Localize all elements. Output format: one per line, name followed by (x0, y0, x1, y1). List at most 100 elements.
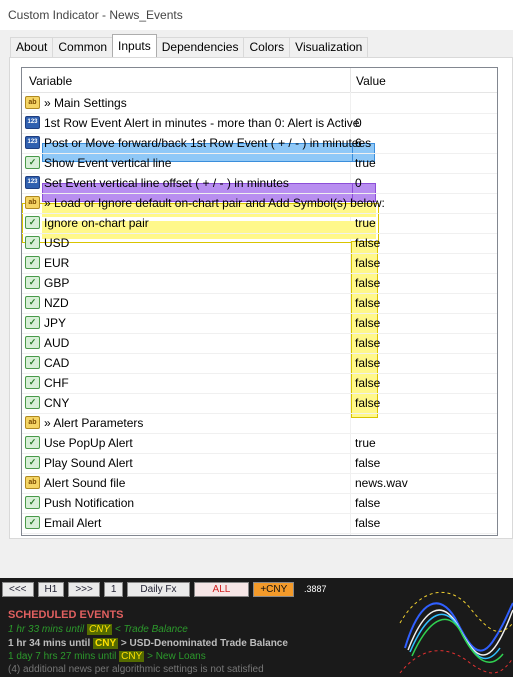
row-variable-label: EUR (44, 256, 70, 270)
row-variable-label: Post or Move forward/back 1st Row Event … (44, 136, 372, 150)
prev-button[interactable]: <<< (2, 582, 34, 597)
row-value[interactable]: false (355, 396, 380, 410)
row-value[interactable]: false (355, 356, 380, 370)
tab-inputs[interactable]: Inputs (112, 34, 157, 57)
boolean-type-icon: ✓ (25, 316, 40, 329)
row-variable-label: AUD (44, 336, 70, 350)
row-value[interactable]: 0 (355, 176, 362, 190)
row-variable-label: Play Sound Alert (44, 456, 133, 470)
boolean-type-icon: ✓ (25, 256, 40, 269)
grid-row[interactable]: ✓ Ignore on-chart pair true (22, 213, 497, 234)
grid-row[interactable]: ✓ Play Sound Alert false (22, 453, 497, 474)
grid-row[interactable]: ✓ USD false (22, 233, 497, 254)
row-variable-label: USD (44, 236, 70, 250)
boolean-type-icon: ✓ (25, 156, 40, 169)
filter-all-button[interactable]: ALL (193, 582, 250, 597)
row-value[interactable]: false (355, 456, 380, 470)
row-value[interactable]: 6 (355, 136, 362, 150)
grid-row[interactable]: 123 Set Event vertical line offset ( + / … (22, 173, 497, 194)
row-value[interactable]: false (355, 376, 380, 390)
row-variable-label: Alert Sound file (44, 476, 126, 490)
row-variable-label: NZD (44, 296, 69, 310)
grid-row[interactable]: ✓ GBP false (22, 273, 497, 294)
row-variable-label: 1st Row Event Alert in minutes - more th… (44, 116, 360, 130)
line-red-dashed (399, 650, 513, 674)
row-value[interactable]: false (355, 236, 380, 250)
tab-colors[interactable]: Colors (243, 37, 291, 57)
text-type-icon: ab (25, 476, 40, 489)
row-value[interactable]: false (355, 516, 380, 530)
boolean-type-icon: ✓ (25, 216, 40, 229)
tab-common[interactable]: Common (52, 37, 114, 57)
number-type-icon: 123 (25, 176, 40, 189)
grid-row[interactable]: ✓ CNY false (22, 393, 497, 414)
boolean-type-icon: ✓ (25, 356, 40, 369)
chart-toolbar: <<< H1 >>> 1 Daily Fx ALL +CNY (2, 582, 298, 597)
boolean-type-icon: ✓ (25, 236, 40, 249)
row-variable-label: » Load or Ignore default on-chart pair a… (44, 196, 385, 210)
grid-row[interactable]: ab Alert Sound file news.wav (22, 473, 497, 494)
grid-row[interactable]: ✓ Push Notification false (22, 493, 497, 514)
next-button[interactable]: >>> (68, 582, 100, 597)
row-variable-label: CHF (44, 376, 69, 390)
grid-row[interactable]: ✓ CHF false (22, 373, 497, 394)
grid-row[interactable]: ✓ CAD false (22, 353, 497, 374)
row-variable-label: Push Notification (44, 496, 135, 510)
grid-row[interactable]: ✓ Use PopUp Alert true (22, 433, 497, 454)
row-variable-label: Show Event vertical line (44, 156, 172, 170)
row-value[interactable]: false (355, 496, 380, 510)
row-value[interactable]: true (355, 436, 376, 450)
title-bar: Custom Indicator - News_Events (0, 0, 513, 30)
row-value[interactable]: news.wav (355, 476, 408, 490)
boolean-type-icon: ✓ (25, 396, 40, 409)
row-variable-label: » Alert Parameters (44, 416, 144, 430)
grid-row[interactable]: 123 Post or Move forward/back 1st Row Eve… (22, 133, 497, 154)
grid-row[interactable]: ✓ AUD false (22, 333, 497, 354)
row-variable-label: CNY (44, 396, 70, 410)
text-type-icon: ab (25, 96, 40, 109)
boolean-type-icon: ✓ (25, 296, 40, 309)
row-value[interactable]: 0 (355, 116, 362, 130)
boolean-type-icon: ✓ (25, 276, 40, 289)
row-variable-label: CAD (44, 356, 70, 370)
grid-row[interactable]: 123 1st Row Event Alert in minutes - more… (22, 113, 497, 134)
grid-row[interactable]: ab » Alert Parameters (22, 413, 497, 434)
inputs-panel: Variable Value ab » Main Settings 123 1st R… (9, 57, 513, 539)
row-variable-label: GBP (44, 276, 70, 290)
grid-row[interactable]: ✓ NZD false (22, 293, 497, 314)
tab-dependencies[interactable]: Dependencies (155, 37, 245, 57)
number-type-icon: 123 (25, 136, 40, 149)
timeframe-button[interactable]: H1 (37, 582, 65, 597)
row-value[interactable]: true (355, 156, 376, 170)
price-readout: .3887 (304, 584, 327, 594)
boolean-type-icon: ✓ (25, 456, 40, 469)
line-green (411, 618, 504, 663)
count-button[interactable]: 1 (103, 582, 124, 597)
tab-about[interactable]: About (10, 37, 54, 57)
row-value[interactable]: false (355, 296, 380, 310)
grid-row[interactable]: ✓ Email Alert false (22, 513, 497, 534)
row-value[interactable]: true (355, 216, 376, 230)
row-value[interactable]: false (355, 256, 380, 270)
source-button[interactable]: Daily Fx (127, 582, 190, 597)
row-value[interactable]: false (355, 276, 380, 290)
text-type-icon: ab (25, 196, 40, 209)
grid-row[interactable]: ab » Load or Ignore default on-chart pair… (22, 193, 497, 214)
grid-row[interactable]: ab » Main Settings (22, 93, 497, 114)
grid-row[interactable]: ✓ EUR false (22, 253, 497, 274)
grid-row[interactable]: ✓ JPY false (22, 313, 497, 334)
scheduled-events-title: SCHEDULED EVENTS (8, 609, 124, 621)
text-type-icon: ab (25, 416, 40, 429)
column-header-variable[interactable]: Variable (29, 74, 72, 88)
events-footer-note: (4) additional news per algorithmic sett… (8, 664, 264, 675)
number-type-icon: 123 (25, 116, 40, 129)
add-symbol-button[interactable]: +CNY (253, 582, 295, 597)
tab-visualization[interactable]: Visualization (289, 37, 369, 57)
boolean-type-icon: ✓ (25, 496, 40, 509)
row-value[interactable]: false (355, 316, 380, 330)
row-value[interactable]: false (355, 336, 380, 350)
grid-row[interactable]: ✓ Show Event vertical line true (22, 153, 497, 174)
column-divider[interactable] (350, 68, 351, 92)
column-header-value[interactable]: Value (356, 74, 386, 88)
row-variable-label: Use PopUp Alert (44, 436, 133, 450)
